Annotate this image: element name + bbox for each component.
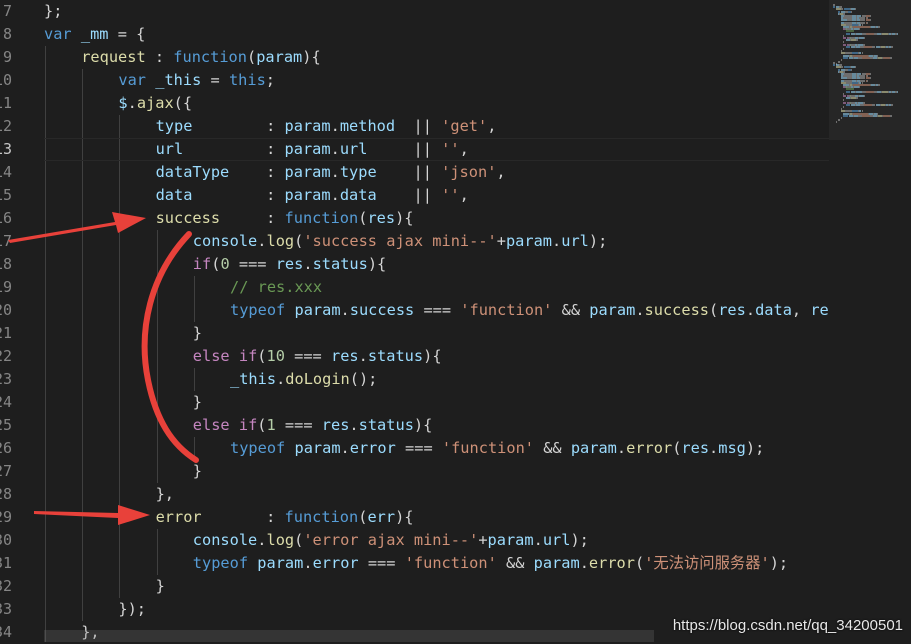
watermark: https://blog.csdn.net/qq_34200501 xyxy=(672,617,903,634)
annotation-bracket-curve xyxy=(141,231,199,463)
annotation-overlay xyxy=(8,212,199,525)
annotation-arrow-success xyxy=(8,212,146,243)
annotation-arrow-error xyxy=(34,505,150,525)
